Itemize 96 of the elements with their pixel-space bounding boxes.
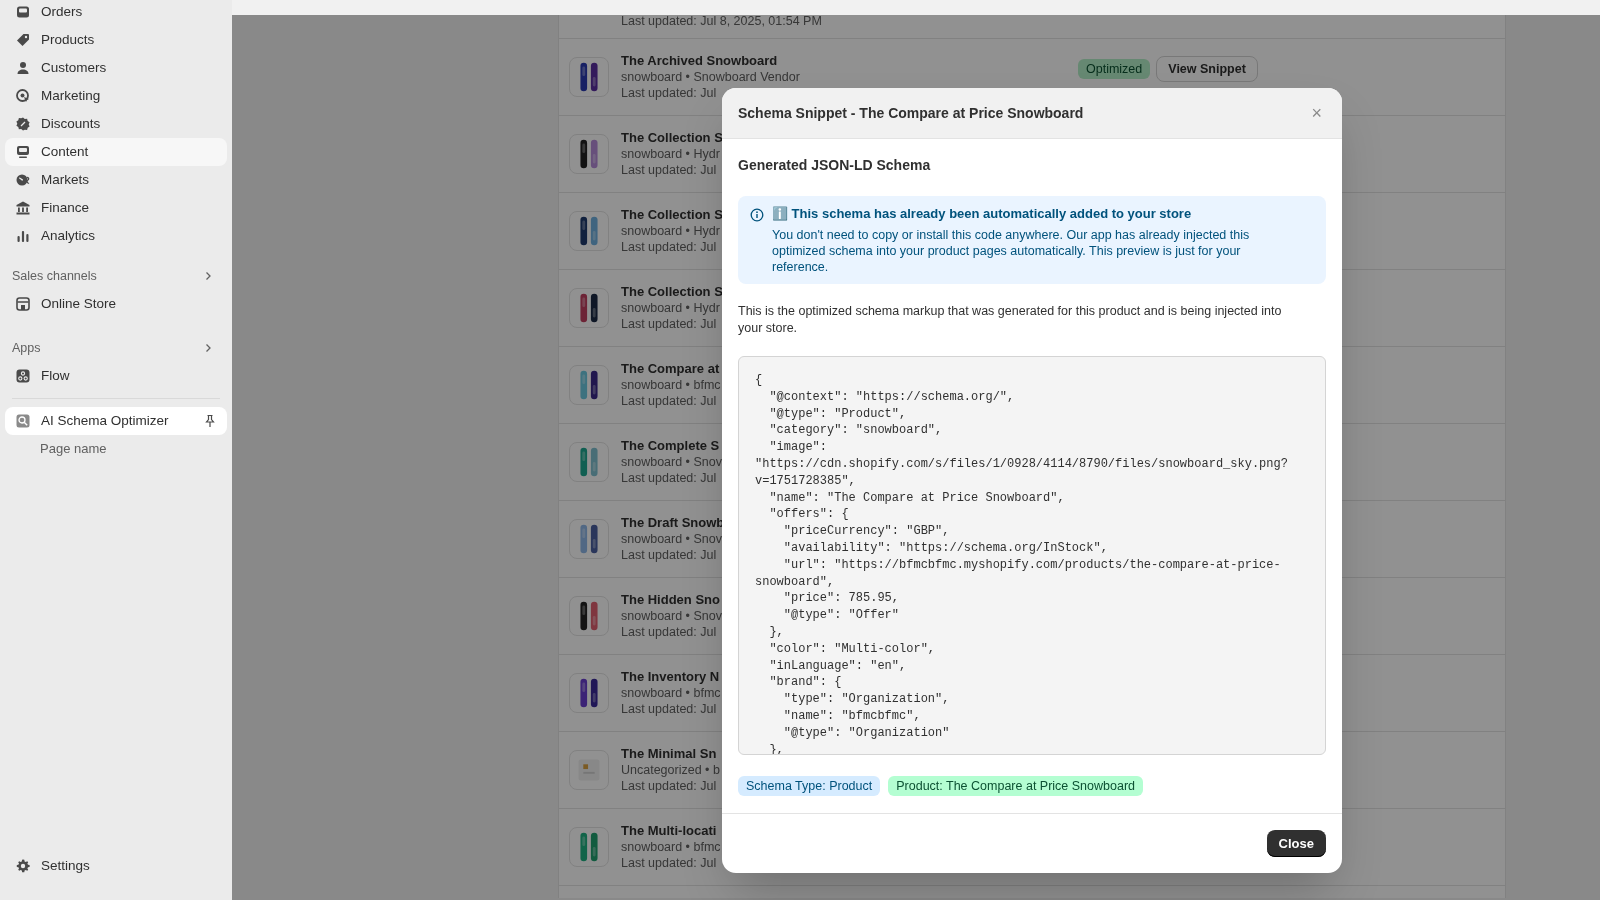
updated-text: Last updated: Jul (621, 85, 717, 101)
status-badge: Optimized (1078, 59, 1151, 79)
product-title[interactable]: The Collection S (621, 207, 723, 223)
badge-icon (15, 116, 31, 132)
product-title[interactable]: The Compare at (621, 361, 720, 377)
code-line: "priceCurrency": "GBP", (782, 523, 951, 540)
product-title[interactable]: The Complete S (621, 438, 720, 454)
nav-item[interactable]: Marketing (5, 82, 227, 110)
updated-text: Last updated: Jul (621, 701, 717, 717)
product-meta: snowboard • bfmc (621, 377, 721, 393)
magnifier-icon (15, 413, 31, 429)
code-line: "brand": { (768, 674, 843, 692)
code-line: "category": "snowboard", (768, 422, 944, 440)
product-title[interactable]: The Archived Snowboard (621, 53, 778, 69)
section-heading: Generated JSON-LD Schema (738, 156, 932, 175)
code-line: }, (768, 623, 785, 641)
code-line: v=1751728385", (755, 472, 857, 490)
product-meta: snowboard • Hydr (621, 300, 720, 316)
code-line: "@type": "Organization" (782, 724, 951, 742)
product-title[interactable]: The Minimal Sn (621, 746, 717, 762)
nav-item[interactable]: Flow (5, 362, 227, 390)
code-line: "name": "bfmcbfmc", (782, 707, 922, 725)
product-title[interactable]: The Collection S (621, 130, 723, 146)
code-line: "color": "Multi-color", (768, 640, 937, 658)
code-line: "@context": "https://schema.org/", (768, 388, 1016, 406)
view-snippet-button[interactable]: View Snippet (1156, 56, 1258, 82)
close-button[interactable]: Close (1266, 830, 1326, 857)
bar-chart-icon (15, 228, 31, 244)
person-icon (15, 60, 31, 76)
code-line: "offers": { (768, 506, 850, 524)
updated-text: Last updated: Jul (621, 547, 717, 563)
product-title[interactable]: The Multi-locati (621, 823, 717, 839)
nav-item[interactable]: Markets (5, 166, 227, 194)
updated-text: Last updated: Jul (621, 162, 717, 178)
code-line: "name": "The Compare at Price Snowboard", (768, 489, 1066, 507)
product-meta: snowboard • Snov (621, 454, 722, 470)
banner-text: You don't need to copy or install this code anywhere. Our app has already injected this optimized schema into your product pages automatically. This preview is just for your reference. (772, 227, 1251, 275)
nav-item[interactable]: Orders (5, 0, 227, 26)
updated-text: Last updated: Jul (621, 778, 717, 794)
nav-item[interactable]: Finance (5, 194, 227, 222)
code-line: "availability": "https://schema.org/InStock", (782, 539, 1109, 557)
product-meta: snowboard • Snowboard Vendor (621, 69, 800, 85)
product-meta: snowboard • bfmc (621, 685, 721, 701)
inbox-icon (15, 4, 31, 20)
section-header[interactable]: Sales channels (0, 262, 232, 290)
code-line: "https://cdn.shopify.com/s/files/1/0928/4114/8790/files/snowboard_sky.png? (755, 456, 1289, 473)
tag: Product: The Compare at Price Snowboard (888, 776, 1144, 796)
nav-item[interactable]: Discounts (5, 110, 227, 138)
code-line: "inLanguage": "en", (768, 657, 908, 675)
code-line: "price": 785.95, (782, 590, 901, 608)
nav-item[interactable]: Online Store (5, 290, 227, 318)
updated-text: Last updated: Jul (621, 316, 717, 332)
product-title[interactable]: The Collection S (621, 284, 723, 300)
product-title[interactable]: The Inventory N (621, 669, 720, 685)
updated-text: Last updated: Jul (621, 855, 717, 871)
updated-text: Last updated: Jul (621, 624, 717, 640)
code-line: snowboard", (755, 573, 836, 591)
nav-item[interactable]: Settings (5, 852, 227, 880)
settings-icon (15, 858, 31, 874)
updated-text: Last updated: Jul (621, 393, 717, 409)
monitor-icon (15, 144, 31, 160)
product-title[interactable]: The Hidden Sno (621, 592, 720, 608)
product-meta: snowboard • Hydr (621, 146, 720, 162)
updated-text: Last updated: Jul (621, 239, 717, 255)
nav-item[interactable]: Content (5, 138, 227, 166)
code-line: "@type": "Offer" (782, 607, 901, 624)
product-meta: snowboard • Snov (621, 608, 722, 624)
product-meta: Uncategorized • b (621, 762, 720, 778)
product-title[interactable]: The Draft Snowb (621, 515, 725, 531)
nav-item[interactable]: Analytics (5, 222, 227, 250)
code-line: { (755, 372, 764, 389)
product-meta: snowboard • Hydr (621, 223, 720, 239)
nav-item[interactable]: Products (5, 26, 227, 54)
updated-text: Last updated: Jul 8, 2025, 01:54 PM (621, 15, 823, 29)
bank-icon (15, 200, 31, 216)
flow-icon (15, 368, 31, 384)
pin-icon[interactable] (203, 414, 217, 428)
product-meta: snowboard • bfmc (621, 839, 721, 855)
nav-item[interactable]: Customers (5, 54, 227, 82)
info-icon (750, 208, 764, 222)
nav-item[interactable]: AI Schema Optimizer (5, 407, 227, 435)
description-text: This is the optimized schema markup that was generated for this product and is being injected into your store. (738, 303, 1283, 336)
code-line: "type": "Organization", (782, 691, 951, 708)
code-line: "url": "https://bfmcbfmc.myshopify.com/products/the-compare-at-price- (782, 556, 1282, 574)
modal-title: Schema Snippet - The Compare at Price Snowboard (738, 103, 1084, 123)
tag-icon (15, 32, 31, 48)
tag: Schema Type: Product (738, 776, 881, 796)
banner-title: ℹ This schema has already been automatically added to your store (772, 205, 1193, 223)
updated-text: Last updated: Jul (621, 470, 717, 486)
store-icon (15, 296, 31, 312)
nav-subitem[interactable]: Page name (0, 435, 232, 463)
code-line: "image": (768, 439, 828, 456)
target-icon (15, 88, 31, 104)
code-line: "@type": "Product", (768, 405, 908, 423)
product-meta: snowboard • Snov (621, 531, 722, 547)
section-header[interactable]: Apps (0, 334, 232, 362)
